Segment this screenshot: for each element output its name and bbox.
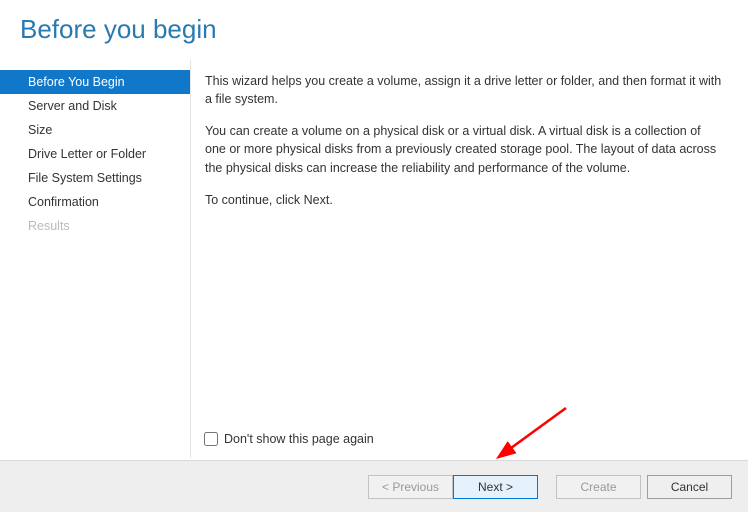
- sidebar-item-confirmation[interactable]: Confirmation: [0, 190, 190, 214]
- dont-show-again-row[interactable]: Don't show this page again: [204, 432, 374, 446]
- sidebar-item-file-system-settings[interactable]: File System Settings: [0, 166, 190, 190]
- cancel-button[interactable]: Cancel: [647, 475, 732, 499]
- intro-paragraph-1: This wizard helps you create a volume, a…: [205, 72, 724, 108]
- dont-show-again-checkbox[interactable]: [204, 432, 218, 446]
- page-title: Before you begin: [0, 0, 748, 51]
- intro-paragraph-2: You can create a volume on a physical di…: [205, 122, 724, 176]
- intro-paragraph-3: To continue, click Next.: [205, 191, 724, 209]
- previous-button: < Previous: [368, 475, 453, 499]
- sidebar: Before You Begin Server and Disk Size Dr…: [0, 60, 190, 458]
- sidebar-item-results: Results: [0, 214, 190, 238]
- next-button[interactable]: Next >: [453, 475, 538, 499]
- sidebar-item-size[interactable]: Size: [0, 118, 190, 142]
- create-button: Create: [556, 475, 641, 499]
- dont-show-again-label: Don't show this page again: [224, 432, 374, 446]
- button-bar: < Previous Next > Create Cancel: [0, 460, 748, 512]
- sidebar-item-before-you-begin[interactable]: Before You Begin: [0, 70, 190, 94]
- sidebar-item-server-and-disk[interactable]: Server and Disk: [0, 94, 190, 118]
- sidebar-item-drive-letter-or-folder[interactable]: Drive Letter or Folder: [0, 142, 190, 166]
- wizard-body: Before You Begin Server and Disk Size Dr…: [0, 60, 748, 458]
- content-pane: This wizard helps you create a volume, a…: [190, 60, 748, 458]
